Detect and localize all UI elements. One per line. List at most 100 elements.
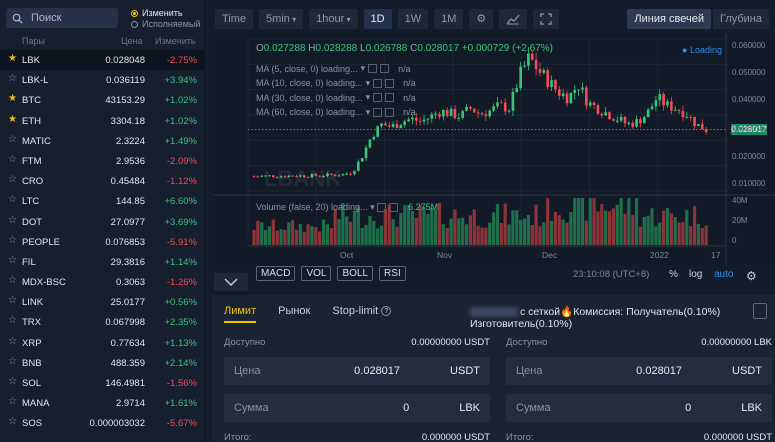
header-price[interactable]: Цена [121,36,143,46]
sell-amount-value[interactable]: 0 [611,402,691,414]
time-button[interactable]: Time [215,9,254,29]
sell-price-value[interactable]: 0.028017 [602,365,682,377]
gear-icon: ⚙ [746,269,757,283]
buy-amount-field[interactable]: Сумма 0 LBK [224,394,490,422]
star-icon[interactable]: ☆ [8,356,17,367]
search-box[interactable] [6,8,118,28]
star-icon[interactable]: ☆ [8,377,17,387]
candle-body [689,116,692,118]
pair-row[interactable]: ☆ BNB 488.359 +2.14% [0,353,205,373]
log-scale-button[interactable]: log [689,269,702,280]
pair-row[interactable]: ☆ LINK 25.0177 +0.56% [0,292,205,312]
percent-scale-button[interactable]: % [669,269,678,280]
star-icon[interactable]: ☆ [8,276,17,286]
volume-bar [600,204,604,245]
close-icon[interactable] [385,78,395,88]
volume-bar [445,227,449,245]
pair-row[interactable]: ★ ETH 3304.18 +1.02% [0,111,205,131]
pair-row[interactable]: ☆ DOT 27.0977 +3.69% [0,212,205,232]
star-icon[interactable]: ☆ [8,336,17,347]
header-change[interactable]: Изменить [155,36,196,46]
tab-candles[interactable]: Линия свечей [627,9,711,29]
star-icon[interactable]: ☆ [8,74,17,84]
app-root: Изменить Исполняемый Пары Цена Изменить … [0,0,775,442]
visibility-toggle[interactable] [368,64,378,73]
star-icon[interactable]: ☆ [8,235,17,246]
volume-bar [499,223,503,245]
close-icon[interactable] [385,93,395,102]
fullscreen-button[interactable] [533,9,560,29]
star-icon[interactable]: ★ [8,94,17,104]
interval-1d-button[interactable]: 1D [363,9,392,29]
tab-depth[interactable]: Глубина [712,9,769,29]
radio-change[interactable]: Изменить [131,8,200,19]
pair-row[interactable]: ☆ XRP 0.77634 +1.13% [0,333,205,353]
pair-row[interactable]: ☆ MANA 2.9714 +1.61% [0,393,205,413]
pair-row[interactable]: ☆ PEOPLE 0.076853 -5.91% [0,232,205,252]
volume-axis-tick: 40M [732,196,748,205]
collapse-tools-button[interactable] [214,273,248,291]
star-icon[interactable]: ☆ [8,134,17,145]
pair-row[interactable]: ☆ LTC 144.85 +6.60% [0,191,205,211]
close-icon[interactable] [385,107,395,117]
candle-body [345,173,349,175]
buy-price-label: Цена [234,365,261,377]
star-icon[interactable]: ★ [8,54,17,64]
pair-row[interactable]: ☆ CRO 0.45484 -1.12% [0,171,205,191]
volume-bar [511,210,515,245]
indicator-boll[interactable]: BOLL [337,266,374,281]
pair-row[interactable]: ☆ SOS 0.000003032 -5.67% [0,413,205,433]
close-icon[interactable] [380,64,390,73]
tab-limit[interactable]: Лимит [224,305,257,323]
star-icon[interactable]: ☆ [8,154,17,165]
pin-icon[interactable] [753,303,767,319]
indicator-vol[interactable]: VOL [301,266,332,281]
chart-settings-button[interactable]: ⚙ [746,267,757,285]
pair-price: 488.359 [110,357,145,369]
interval-dropdown-hour[interactable]: 1hour [309,9,358,29]
star-icon[interactable]: ☆ [8,316,17,326]
interval-1w-button[interactable]: 1W [397,9,429,29]
volume-bar [349,221,353,245]
pair-row[interactable]: ☆ MDX-BSC 0.3063 -1.26% [0,272,205,292]
pair-row[interactable]: ☆ LBK-L 0.036119 +3.94% [0,70,205,90]
star-icon[interactable]: ★ [8,114,17,125]
visibility-toggle[interactable] [373,107,383,117]
search-input[interactable] [31,12,111,24]
interval-dropdown-min[interactable]: 5min [259,9,304,29]
sell-amount-field[interactable]: Сумма 0 LBK [506,394,772,422]
interval-1m-button[interactable]: 1M [434,9,464,29]
indicator-rsi[interactable]: RSI [379,266,406,281]
visibility-toggle[interactable] [373,93,383,102]
star-icon[interactable]: ☆ [8,417,17,427]
sell-price-field[interactable]: Цена 0.028017 USDT [506,357,772,385]
tab-stop-limit[interactable]: Stop-limit ? [332,305,392,323]
buy-price-field[interactable]: Цена 0.028017 USDT [224,357,490,385]
settings-button[interactable]: ⚙ [469,9,494,29]
auto-scale-button[interactable]: auto [714,269,733,280]
visibility-toggle[interactable] [373,78,383,88]
header-pair[interactable]: Пары [22,36,45,46]
pair-row[interactable]: ☆ FTM 2.9536 -2.09% [0,151,205,171]
star-icon[interactable]: ☆ [8,175,17,185]
tab-market[interactable]: Рынок [278,305,310,323]
star-icon[interactable]: ☆ [8,255,17,266]
pair-row[interactable]: ★ LBK 0.028048 -2.75% [0,50,205,71]
indicator-macd[interactable]: MACD [256,266,296,281]
radio-volume[interactable]: Исполняемый [131,19,200,30]
buy-amount-value[interactable]: 0 [329,402,409,414]
pair-row[interactable]: ★ BTC 43153.29 +1.02% [0,90,205,110]
indicators-button[interactable] [499,9,528,29]
pair-row[interactable]: ☆ TRX 0.067998 +2.35% [0,312,205,332]
pair-row[interactable]: ☆ FIL 29.3816 +1.14% [0,252,205,272]
pair-row[interactable]: ☆ MATIC 2.3224 +1.49% [0,131,205,151]
star-icon[interactable]: ☆ [8,195,17,205]
volume-bar [306,224,310,245]
volume-bar [530,224,534,245]
pair-row[interactable]: ☆ SOL 146.4981 -1.56% [0,373,205,393]
star-icon[interactable]: ☆ [8,397,17,407]
star-icon[interactable]: ☆ [8,215,17,226]
volume-bar [534,204,538,245]
star-icon[interactable]: ☆ [8,296,17,306]
buy-price-value[interactable]: 0.028017 [320,365,400,377]
